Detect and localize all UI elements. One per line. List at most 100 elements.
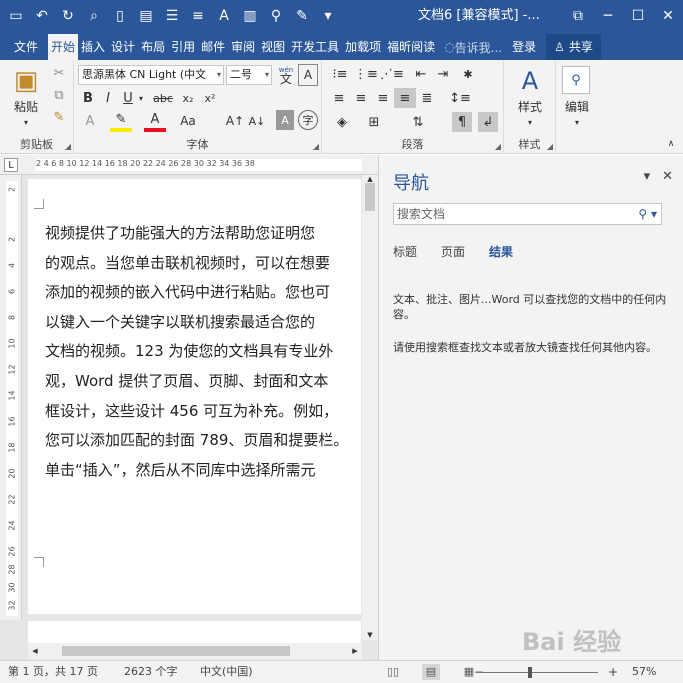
styles-launcher-icon[interactable]: ◢ [547, 142, 553, 151]
font-color-icon[interactable]: A [212, 4, 236, 28]
shrink-font-icon[interactable]: A↓ [246, 110, 268, 132]
cut-icon[interactable]: ✂ [50, 64, 68, 82]
horizontal-scrollbar[interactable]: ◀ ▶ [28, 643, 362, 659]
italic-icon[interactable]: I [98, 88, 118, 108]
nav-tab-headings[interactable]: 标题 [393, 243, 417, 260]
nav-tab-pages[interactable]: 页面 [441, 243, 465, 260]
font-launcher-icon[interactable]: ◢ [313, 142, 319, 151]
search-icon[interactable]: ⚲ ▾ [638, 204, 657, 224]
ribbon-display-options-button[interactable]: ⧉ [563, 0, 593, 32]
enclose-characters-icon[interactable]: 字 [298, 110, 318, 130]
zoom-level[interactable]: 57% [632, 661, 656, 683]
align-icon[interactable]: ≡ [186, 4, 210, 28]
editing-dropdown-icon[interactable]: ▾ [556, 116, 598, 128]
zoom-in-icon[interactable]: + [608, 661, 618, 683]
align-right-icon[interactable]: ≡ [372, 88, 394, 108]
find-icon[interactable]: ⚲ [562, 66, 590, 94]
font-size-combo[interactable]: 二号 ▾ [226, 65, 272, 85]
underline-dropdown-icon[interactable]: ▾ [136, 88, 146, 108]
align-left-icon[interactable]: ≡ [328, 88, 350, 108]
undo-icon[interactable]: ↶ [30, 4, 54, 28]
word-count-status[interactable]: 2623 个字 [124, 661, 178, 683]
font-name-dropdown-icon[interactable]: ▾ [217, 66, 221, 84]
tab-view[interactable]: 视图 [258, 34, 288, 60]
editing-button[interactable]: 编辑 [556, 98, 598, 114]
save-icon[interactable]: ▭ [4, 4, 28, 28]
language-status[interactable]: 中文(中国) [200, 661, 253, 683]
horizontal-ruler[interactable]: L 2 4 6 8 10 12 14 16 18 20 22 24 26 28 … [0, 155, 378, 175]
decrease-indent-icon[interactable]: ⇤ [410, 64, 432, 84]
paste-icon[interactable]: ▤ [134, 4, 158, 28]
zoom-slider-thumb[interactable] [527, 667, 532, 678]
tab-mailings[interactable]: 邮件 [198, 34, 228, 60]
page-count-status[interactable]: 第 1 页，共 17 页 [8, 661, 98, 683]
show-formatting-icon[interactable]: ¶ [452, 112, 472, 132]
paste-dropdown-icon[interactable]: ▾ [8, 116, 44, 128]
more-icon[interactable]: ▾ [316, 4, 340, 28]
close-button[interactable]: ✕ [653, 0, 683, 32]
print-layout-icon[interactable]: ▤ [422, 664, 440, 680]
tab-design[interactable]: 设计 [108, 34, 138, 60]
tab-selector-icon[interactable]: L [4, 158, 18, 172]
new-icon[interactable]: ▯ [108, 4, 132, 28]
pane-options-icon[interactable]: ▾ [644, 169, 651, 184]
tab-home[interactable]: 开始 [48, 34, 79, 60]
tab-references[interactable]: 引用 [168, 34, 198, 60]
grow-font-icon[interactable]: A↑ [224, 110, 246, 132]
read-mode-icon[interactable]: ▯▯ [384, 664, 402, 680]
tab-review[interactable]: 审阅 [228, 34, 258, 60]
align-center-icon[interactable]: ≡ [350, 88, 372, 108]
character-shading-icon[interactable]: A [276, 110, 294, 130]
highlight-icon[interactable]: ✎ [110, 110, 132, 132]
tab-addins[interactable]: 加载项 [342, 34, 384, 60]
tab-layout[interactable]: 布局 [138, 34, 168, 60]
zoom-slider[interactable] [478, 672, 598, 673]
vertical-scrollbar[interactable]: ▲ ▼ [362, 175, 378, 640]
maximize-button[interactable]: ☐ [623, 0, 653, 32]
sort-icon[interactable]: ⇅ [404, 112, 432, 132]
paste-button[interactable]: 粘贴 [8, 98, 44, 114]
pane-close-icon[interactable]: ✕ [662, 169, 673, 184]
sign-in-link[interactable]: 登录 [512, 34, 536, 60]
line-spacing-icon[interactable]: ↕≡ [446, 88, 474, 108]
nav-tab-results[interactable]: 结果 [489, 243, 513, 260]
clipboard-launcher-icon[interactable]: ◢ [65, 142, 71, 151]
increase-indent-icon[interactable]: ⇥ [432, 64, 454, 84]
subscript-icon[interactable]: x₂ [178, 88, 198, 108]
font-name-combo[interactable]: 思源黑体 CN Light (中文 ▾ [78, 65, 224, 85]
strikethrough-icon[interactable]: abc [150, 88, 176, 108]
character-border-icon[interactable]: A [298, 64, 318, 86]
paste-icon[interactable]: ▣ [8, 66, 44, 96]
document-page[interactable]: 视频提供了功能强大的方法帮助您证明您 的观点。当您单击联机视频时，可以在想要 添… [28, 179, 361, 614]
find-icon[interactable]: ⚲ [264, 4, 288, 28]
list-icon[interactable]: ☰ [160, 4, 184, 28]
numbering-icon[interactable]: ⋮≡ [354, 64, 378, 84]
styles-button[interactable]: 样式 [508, 98, 552, 114]
print-preview-icon[interactable]: ⌕ [82, 4, 106, 28]
scroll-down-icon[interactable]: ▼ [362, 630, 378, 640]
styles-icon[interactable]: A [514, 66, 546, 96]
document-text[interactable]: 视频提供了功能强大的方法帮助您证明您 的观点。当您单击联机视频时，可以在想要 添… [45, 219, 361, 485]
justify-icon[interactable]: ≡ [394, 88, 416, 108]
next-page[interactable] [28, 621, 361, 643]
tab-file[interactable]: 文件 [0, 34, 48, 60]
font-color-icon[interactable]: A [144, 110, 166, 132]
borders-icon[interactable]: ⊞ [360, 112, 388, 132]
phonetic-guide-button[interactable]: wén 文 [275, 64, 297, 86]
tab-foxit[interactable]: 福昕阅读 [384, 34, 438, 60]
copy-icon[interactable]: ⧉ [50, 86, 68, 104]
vertical-scroll-thumb[interactable] [365, 183, 375, 211]
font-size-dropdown-icon[interactable]: ▾ [265, 66, 269, 84]
bold-icon[interactable]: B [78, 88, 98, 108]
share-button[interactable]: ♙ 共享 [546, 34, 601, 60]
vertical-ruler[interactable]: 2 2 4 6 8 10 12 14 16 18 20 22 24 26 28 … [0, 175, 22, 620]
superscript-icon[interactable]: x² [200, 88, 220, 108]
format-painter-icon[interactable]: ✎ [50, 108, 68, 126]
edit-icon[interactable]: ✎ [290, 4, 314, 28]
tell-me-box[interactable]: ◌ 告诉我... [444, 34, 502, 60]
shading-icon[interactable]: ◈ [328, 112, 356, 132]
bullets-icon[interactable]: ⁝≡ [328, 64, 352, 84]
tab-insert[interactable]: 插入 [78, 34, 108, 60]
scroll-left-icon[interactable]: ◀ [28, 643, 42, 659]
redo-icon[interactable]: ↻ [56, 4, 80, 28]
